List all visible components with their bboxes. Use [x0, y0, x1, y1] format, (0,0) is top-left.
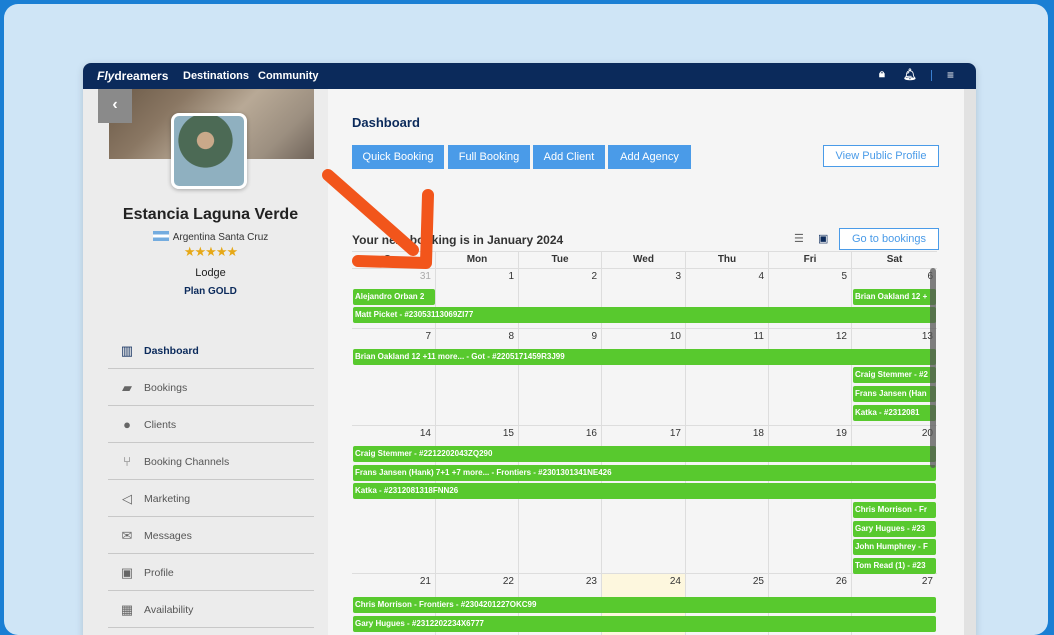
- app-window: Flydreamers Destinations Community 🔒︎ 🔔︎…: [83, 63, 976, 635]
- sidebar-item-booking-channels[interactable]: ⑂ Booking Channels: [108, 443, 314, 480]
- booking-event[interactable]: Brian Oakland 12 +: [853, 289, 936, 305]
- screenshot-frame: Flydreamers Destinations Community 🔒︎ 🔔︎…: [4, 4, 1048, 635]
- day-cell[interactable]: 11: [686, 328, 769, 425]
- lodge-type: Lodge: [195, 267, 226, 279]
- calendar-icon: ▦: [120, 602, 134, 617]
- user-icon: ●: [123, 417, 131, 432]
- day-cell[interactable]: 10: [602, 328, 686, 425]
- top-nav-bar: Flydreamers Destinations Community 🔒︎ 🔔︎…: [83, 63, 976, 89]
- book-icon: ▰: [122, 380, 132, 395]
- booking-event[interactable]: Chris Morrison - Frontiers - #2304201227…: [353, 597, 936, 613]
- sidebar-item-label: Messages: [144, 530, 192, 542]
- sidebar-item-label: Booking Channels: [144, 456, 230, 468]
- add-agency-button[interactable]: Add Agency: [608, 145, 691, 169]
- rating-stars: ★★★★★: [183, 244, 238, 259]
- sidebar-item-label: Dashboard: [144, 345, 199, 357]
- calendar-view-icon[interactable]: ▣: [818, 232, 828, 245]
- go-to-bookings-button[interactable]: Go to bookings: [839, 228, 939, 250]
- nav-destinations[interactable]: Destinations: [183, 70, 249, 82]
- booking-event[interactable]: Matt Picket - #23053113069ZI77: [353, 307, 936, 323]
- briefcase-icon: ▣: [120, 565, 134, 580]
- page-scrollbar[interactable]: [964, 89, 976, 635]
- sidebar-item-marketing[interactable]: ◁ Marketing: [108, 480, 314, 517]
- location-text: Argentina Santa Cruz: [172, 232, 269, 243]
- booking-event[interactable]: John Humphrey - F: [853, 539, 936, 555]
- day-header-sat: Sat: [886, 254, 903, 265]
- sidebar-item-label: Clients: [144, 419, 177, 431]
- booking-event[interactable]: Craig Stemmer - #2212202043ZQ290: [353, 446, 936, 462]
- booking-event[interactable]: Craig Stemmer - #2: [853, 367, 936, 383]
- day-header-mon: Mon: [436, 252, 519, 268]
- lodge-name: Estancia Laguna Verde: [122, 206, 299, 223]
- sidebar-item-messages[interactable]: ✉ Messages: [108, 517, 314, 554]
- orange-arrow-annotation: [322, 169, 434, 269]
- plan-badge: Plan GOLD: [184, 286, 237, 297]
- logo-part-a: Fly: [97, 69, 115, 83]
- page-title: Dashboard: [352, 115, 420, 130]
- nav-community[interactable]: Community: [258, 70, 319, 82]
- sidebar: ‹ Estancia Laguna Verde Argentina Santa …: [83, 89, 328, 635]
- booking-event[interactable]: Gary Hugues - #2312202234X6777: [353, 616, 936, 632]
- day-cell[interactable]: 8: [436, 328, 519, 425]
- calendar-grid: Sun Mon Tue Wed Thu Fri Sat 311234567891…: [352, 251, 937, 635]
- fork-icon: ⑂: [123, 454, 131, 469]
- dashboard-icon: ▥: [120, 343, 134, 358]
- booking-event[interactable]: Frans Jansen (Han: [853, 386, 936, 402]
- sidebar-item-bookings[interactable]: ▰ Bookings: [108, 369, 314, 406]
- booking-event[interactable]: Katka - #2312081: [853, 405, 936, 421]
- sidebar-item-dashboard[interactable]: ▥ Dashboard: [108, 332, 314, 369]
- day-cell[interactable]: 9: [519, 328, 602, 425]
- booking-event[interactable]: Gary Hugues - #23: [853, 521, 936, 537]
- lock-icon[interactable]: 🔒︎: [879, 68, 885, 81]
- day-header-fri: Fri: [769, 252, 852, 268]
- full-booking-button[interactable]: Full Booking: [448, 145, 530, 169]
- back-chevron-icon[interactable]: ‹: [98, 89, 132, 123]
- avatar: [171, 113, 247, 189]
- sidebar-item-profile[interactable]: ▣ Profile: [108, 554, 314, 591]
- day-cell[interactable]: 12: [769, 328, 852, 425]
- sidebar-item-label: Bookings: [144, 382, 188, 394]
- sidebar-item-clients[interactable]: ● Clients: [108, 406, 314, 443]
- booking-event[interactable]: Tom Read (1) - #23: [853, 558, 936, 574]
- flydreamers-logo[interactable]: Flydreamers: [97, 69, 168, 83]
- arrow-shaft: [322, 169, 419, 256]
- sidebar-menu: ▥ Dashboard ▰ Bookings ● Clients ⑂ Booking C…: [108, 332, 314, 628]
- sidebar-item-label: Availability: [144, 604, 194, 616]
- day-header-wed: Wed: [602, 252, 686, 268]
- nav-divider: [931, 70, 932, 81]
- calendar-scrollbar[interactable]: [930, 268, 936, 468]
- envelope-icon: ✉: [121, 528, 133, 543]
- sidebar-item-label: Profile: [144, 567, 174, 579]
- booking-event[interactable]: Brian Oakland 12 +11 more... - Got - #22…: [353, 349, 936, 365]
- logo-part-b: dreamers: [114, 69, 169, 83]
- day-cell[interactable]: 7: [352, 328, 436, 425]
- day-header-thu: Thu: [686, 252, 769, 268]
- add-client-button[interactable]: Add Client: [533, 145, 605, 169]
- hamburger-menu-icon[interactable]: ≡: [947, 68, 954, 82]
- lodge-location: Argentina Santa Cruz: [83, 231, 338, 243]
- booking-event[interactable]: Alejandro Orban 2: [353, 289, 435, 305]
- sidebar-item-label: Marketing: [144, 493, 191, 505]
- list-view-icon[interactable]: ☰: [794, 232, 804, 245]
- sidebar-item-availability[interactable]: ▦ Availability: [108, 591, 314, 628]
- booking-event[interactable]: Katka - #2312081318FNN26: [353, 483, 936, 499]
- booking-event[interactable]: Chris Morrison - Fr: [853, 502, 936, 518]
- day-header-tue: Tue: [519, 252, 602, 268]
- view-public-profile-button[interactable]: View Public Profile: [823, 145, 939, 167]
- argentina-flag-icon: [152, 231, 169, 241]
- booking-event[interactable]: Frans Jansen (Hank) 7+1 +7 more... - Fro…: [353, 465, 936, 481]
- bell-icon[interactable]: 🔔︎: [903, 68, 917, 81]
- megaphone-icon: ◁: [122, 491, 132, 506]
